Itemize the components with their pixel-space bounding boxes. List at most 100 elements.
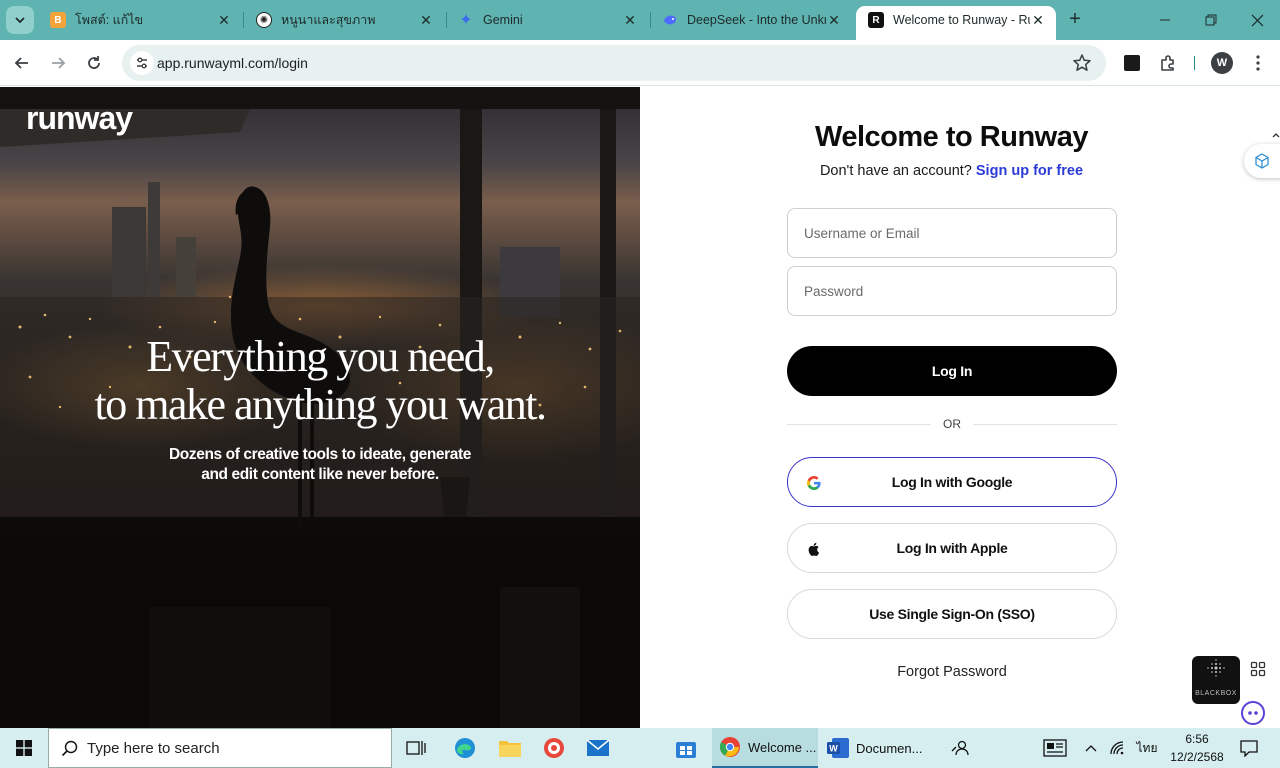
minimize-button[interactable] <box>1142 0 1188 40</box>
edge-icon[interactable] <box>449 732 481 764</box>
close-window-button[interactable] <box>1234 0 1280 40</box>
clock-date: 12/2/2568 <box>1170 750 1224 764</box>
profile-button[interactable]: W <box>1208 49 1236 77</box>
extensions-puzzle-icon[interactable] <box>1154 49 1182 77</box>
taskbar-app-word[interactable]: W Documen... <box>820 728 924 768</box>
tab-runway[interactable]: R Welcome to Runway - Ru ✕ <box>856 6 1056 40</box>
tab-title: Gemini <box>483 13 523 27</box>
notification-icon[interactable] <box>1234 728 1264 768</box>
file-explorer-icon[interactable] <box>494 732 526 764</box>
new-tab-button[interactable]: + <box>1064 8 1086 32</box>
people-icon[interactable] <box>946 728 974 768</box>
minimize-icon <box>1160 19 1170 21</box>
sso-login-button[interactable]: Use Single Sign-On (SSO) <box>787 589 1117 639</box>
close-icon <box>1251 14 1263 26</box>
mail-icon[interactable] <box>582 732 614 764</box>
back-button[interactable] <box>8 49 36 77</box>
close-icon[interactable]: ✕ <box>622 12 638 29</box>
browser-toolbar: app.runwayml.com/login W <box>0 40 1280 86</box>
taskbar-search[interactable] <box>48 728 392 768</box>
bookmark-star-icon[interactable] <box>1072 53 1092 73</box>
svg-text:W: W <box>829 744 838 754</box>
signup-link[interactable]: Sign up for free <box>976 163 1083 179</box>
sider-extension-widget[interactable] <box>1244 144 1280 178</box>
tab-title: หนูนาและสุขภาพ <box>281 13 376 27</box>
taskbar-app-label: Documen... <box>856 740 923 756</box>
password-field[interactable] <box>787 266 1117 316</box>
toolbar-divider <box>1194 56 1195 70</box>
headline-line-1: Everything you need, <box>146 332 495 381</box>
tab-gemini[interactable]: ✦ Gemini ✕ <box>446 6 648 34</box>
tab-deepseek[interactable]: DeepSeek - Into the Unkn ✕ <box>650 6 852 34</box>
forgot-password-link[interactable]: Forgot Password <box>787 664 1117 680</box>
news-widget-icon[interactable] <box>1040 728 1070 768</box>
close-icon[interactable]: ✕ <box>826 12 842 29</box>
start-button[interactable] <box>0 728 48 768</box>
runway-icon: R <box>868 12 884 28</box>
reload-icon <box>88 56 100 69</box>
chevron-up-icon[interactable] <box>1082 728 1100 768</box>
apple-login-label: Log In with Apple <box>896 540 1008 556</box>
gemini-icon: ✦ <box>459 12 473 29</box>
forward-button[interactable] <box>44 49 72 77</box>
page-title: Welcome to Runway <box>815 121 1088 153</box>
store-icon[interactable] <box>670 732 702 764</box>
apps-grid-icon[interactable] <box>1250 661 1266 677</box>
system-clock[interactable]: 6:56 12/2/2568 <box>1166 730 1228 766</box>
url-text: app.runwayml.com/login <box>157 55 308 71</box>
close-icon[interactable]: ✕ <box>216 12 232 29</box>
clock-time: 6:56 <box>1185 732 1209 746</box>
runway-logo: runway <box>26 100 133 136</box>
network-icon[interactable] <box>1106 728 1128 768</box>
taskbar-app-chrome[interactable]: Welcome ... <box>712 728 818 768</box>
blogger-icon: B <box>50 12 66 28</box>
tab-blogger[interactable]: B โพสต์: แก้ไข ✕ <box>38 6 242 34</box>
reload-button[interactable] <box>80 49 108 77</box>
address-bar[interactable]: app.runwayml.com/login <box>122 45 1106 81</box>
login-panel: Welcome to Runway Don't have an account?… <box>640 87 1280 728</box>
login-button[interactable]: Log In <box>787 346 1117 396</box>
username-field[interactable] <box>787 208 1117 258</box>
tab-openai[interactable]: ✺ หนูนาและสุขภาพ ✕ <box>244 6 444 34</box>
no-account-text: Don't have an account? <box>819 163 972 179</box>
task-view-icon[interactable] <box>400 732 432 764</box>
restore-button[interactable] <box>1188 0 1234 40</box>
subheadline-line-1: Dozens of creative tools to ideate, gene… <box>169 446 471 463</box>
blackbox-widget[interactable]: BLACKBOX <box>1192 656 1240 704</box>
language-indicator[interactable]: ไทย <box>1132 728 1162 768</box>
taskbar-search-input[interactable] <box>87 739 377 757</box>
blackbox-logo-icon <box>1207 659 1225 677</box>
windows-taskbar: Welcome ... W Documen... ไทย 6:56 12/2/2… <box>0 728 1280 768</box>
tab-title: Welcome to Runway - Ru <box>893 13 1030 27</box>
close-icon[interactable]: ✕ <box>1030 12 1046 29</box>
google-icon <box>807 476 821 490</box>
site-info-icon[interactable] <box>130 51 154 75</box>
close-icon[interactable]: ✕ <box>418 12 434 29</box>
tab-search-button[interactable] <box>6 6 34 34</box>
browser-menu-button[interactable] <box>1244 49 1272 77</box>
restore-icon <box>1205 14 1217 26</box>
assistant-bubble-icon[interactable] <box>1240 700 1266 726</box>
signup-prompt: Don't have an account? Sign up for free <box>640 163 1263 179</box>
taskbar-app-label: Welcome ... <box>748 739 817 755</box>
hero-panel: runway Everything you need, to make anyt… <box>0 87 640 728</box>
arrow-right-icon <box>52 57 66 69</box>
avatar: W <box>1211 52 1233 74</box>
headline-line-2: to make anything you want. <box>94 380 547 429</box>
google-login-label: Log In with Google <box>891 474 1013 490</box>
blackbox-label: BLACKBOX <box>1195 690 1237 697</box>
google-login-button[interactable]: Log In with Google <box>787 457 1117 507</box>
search-icon <box>61 740 78 757</box>
openai-icon: ✺ <box>256 12 272 28</box>
tab-strip: B โพสต์: แก้ไข ✕ ✺ หนูนาและสุขภาพ ✕ ✦ Ge… <box>0 0 1280 40</box>
password-input[interactable] <box>788 267 1116 315</box>
scroll-up-arrow-icon[interactable] <box>1272 126 1280 138</box>
apple-login-button[interactable]: Log In with Apple <box>787 523 1117 573</box>
subheadline-line-2: and edit content like never before. <box>201 466 439 483</box>
security-app-icon[interactable] <box>538 732 570 764</box>
more-vert-icon <box>1256 55 1260 71</box>
extension-dark-icon[interactable] <box>1118 49 1146 77</box>
username-input[interactable] <box>788 209 1116 257</box>
tab-title: โพสต์: แก้ไข <box>75 13 144 27</box>
chrome-icon <box>719 737 740 757</box>
